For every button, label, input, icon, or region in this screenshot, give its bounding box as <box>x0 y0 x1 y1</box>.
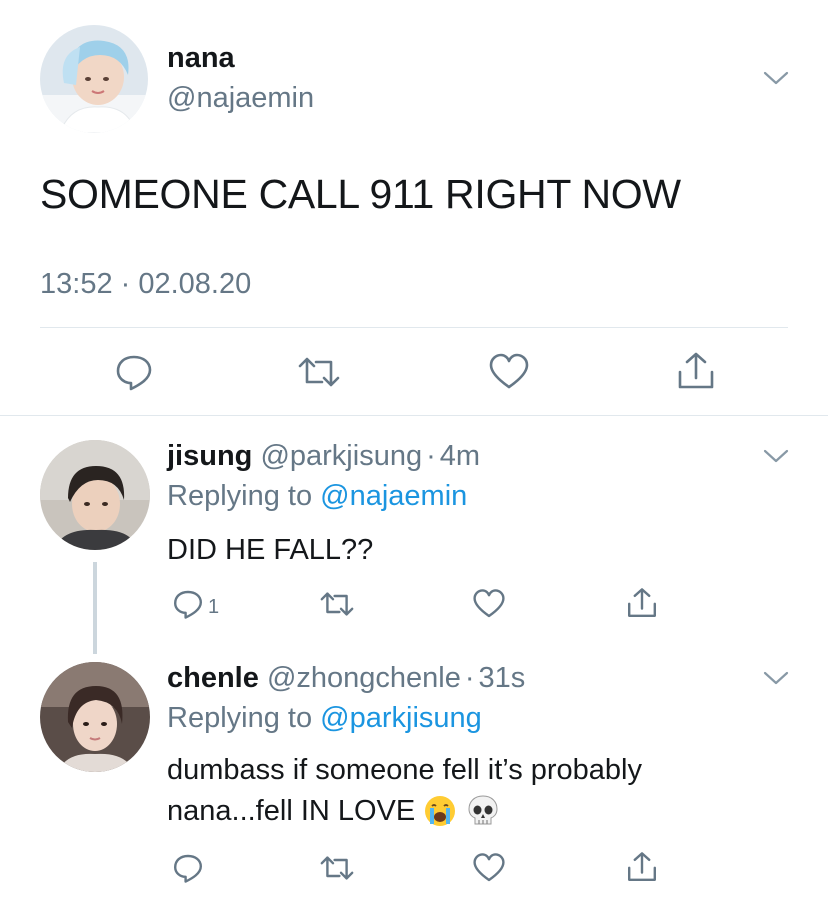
mention-link[interactable]: @najaemin <box>320 480 467 512</box>
retweet-icon[interactable] <box>318 588 356 620</box>
mention-link[interactable]: @parkjisung <box>320 702 482 734</box>
reply-tweet[interactable]: chenle @zhongchenle · 31s Replying to @par… <box>0 656 828 903</box>
handle[interactable]: @zhongchenle <box>267 662 461 694</box>
share-icon[interactable] <box>676 350 716 392</box>
replying-to: Replying to @najaemin <box>167 480 467 513</box>
display-name[interactable]: nana <box>167 42 235 75</box>
share-icon[interactable] <box>626 586 658 620</box>
reply-header: chenle @zhongchenle · 31s <box>167 662 525 695</box>
separator: · <box>426 440 436 472</box>
reply-icon[interactable] <box>172 852 204 884</box>
tweet-text-line-1: dumbass if someone fell it’s probably <box>167 754 642 786</box>
tweet-text-line-2-row: nana...fell IN LOVE <box>167 794 499 828</box>
tweet-text-line-2: nana...fell IN LOVE <box>167 794 416 827</box>
tweet-text: SOMEONE CALL 911 RIGHT NOW <box>40 171 681 217</box>
reply-header: jisung @parkjisung · 4m <box>167 440 480 473</box>
chevron-down-icon[interactable] <box>762 446 790 466</box>
reply-count: 1 <box>208 596 220 618</box>
retweet-icon[interactable] <box>318 852 356 884</box>
separator: · <box>464 662 475 694</box>
reply-icon[interactable] <box>114 352 154 392</box>
reply-tweet[interactable]: jisung @parkjisung · 4m Replying to @najae… <box>0 416 828 656</box>
handle[interactable]: @parkjisung <box>260 440 422 472</box>
like-icon[interactable] <box>488 352 530 392</box>
loudly-crying-face-emoji <box>423 794 457 828</box>
like-icon[interactable] <box>472 588 506 620</box>
relative-time[interactable]: 31s <box>479 662 526 694</box>
display-name[interactable]: chenle <box>167 662 259 694</box>
avatar[interactable] <box>40 440 150 550</box>
replying-to: Replying to @parkjisung <box>167 702 482 735</box>
chevron-down-icon[interactable] <box>762 668 790 688</box>
retweet-icon[interactable] <box>296 352 342 392</box>
tweet-text: DID HE FALL?? <box>167 534 374 566</box>
avatar[interactable] <box>40 662 150 772</box>
like-icon[interactable] <box>472 852 506 884</box>
replying-prefix: Replying to <box>167 480 313 512</box>
timestamp[interactable]: 13:52 · 02.08.20 <box>40 268 251 301</box>
divider <box>40 327 788 328</box>
handle[interactable]: @najaemin <box>167 82 314 115</box>
replying-prefix: Replying to <box>167 702 313 734</box>
thread-line <box>93 562 97 654</box>
relative-time[interactable]: 4m <box>440 440 480 472</box>
avatar[interactable] <box>40 25 148 133</box>
display-name[interactable]: jisung <box>167 440 252 472</box>
share-icon[interactable] <box>626 850 658 884</box>
chevron-down-icon[interactable] <box>762 68 790 88</box>
main-tweet: nana @najaemin SOMEONE CALL 911 RIGHT NO… <box>0 0 828 415</box>
skull-emoji <box>467 794 499 828</box>
reply-icon[interactable] <box>172 588 204 620</box>
